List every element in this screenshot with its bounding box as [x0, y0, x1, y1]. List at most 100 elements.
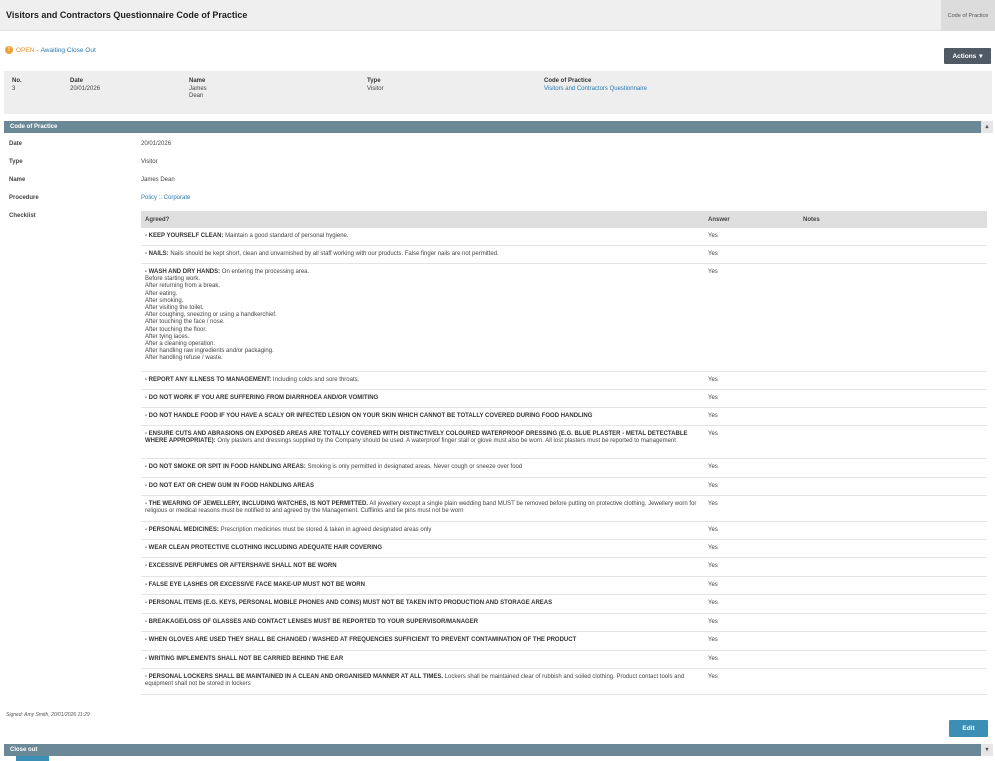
checklist-answer: Yes	[708, 269, 718, 275]
field-label-procedure: Procedure	[9, 195, 39, 201]
checklist-answer: Yes	[708, 233, 718, 239]
checklist-question: - DO NOT SMOKE OR SPIT IN FOOD HANDLING …	[145, 464, 705, 471]
header-agreed: Agreed?	[145, 217, 170, 223]
checklist-question: - PERSONAL LOCKERS SHALL BE MAINTAINED I…	[145, 674, 705, 688]
table-row: - DO NOT EAT OR CHEW GUM IN FOOD HANDLIN…	[141, 478, 987, 496]
question-heading: - THE WEARING OF JEWELLERY, INCLUDING WA…	[145, 501, 369, 507]
question-text: Smoking is only permitted in designated …	[305, 464, 523, 470]
field-value-date: 20/01/2026	[141, 141, 172, 147]
status-state: OPEN	[16, 46, 35, 54]
summary-cop: Code of Practice Visitors and Contractor…	[544, 78, 647, 94]
checklist-answer: Yes	[708, 656, 718, 662]
question-heading: - EXCESSIVE PERFUMES OR AFTERSHAVE SHALL…	[145, 563, 337, 569]
checklist-answer: Yes	[708, 527, 718, 533]
table-row: - PERSONAL LOCKERS SHALL BE MAINTAINED I…	[141, 669, 987, 695]
question-text: Maintain a good standard of personal hyg…	[223, 233, 349, 239]
checklist-answer: Yes	[708, 395, 718, 401]
question-heading: - NAILS:	[145, 251, 169, 257]
question-heading: - DO NOT WORK IF YOU ARE SUFFERING FROM …	[145, 395, 379, 401]
edit-button[interactable]: Edit	[949, 720, 988, 737]
page-title: Visitors and Contractors Questionnaire C…	[6, 10, 248, 20]
field-label-type: Type	[9, 159, 23, 165]
question-line: After returning from a break.	[145, 283, 221, 290]
question-text: On entering the processing area.	[220, 269, 310, 275]
checklist-question: - ENSURE CUTS AND ABRASIONS ON EXPOSED A…	[145, 431, 705, 445]
chevron-up-icon[interactable]: ▴	[981, 121, 993, 133]
summary-date: Date 20/01/2026	[70, 78, 101, 92]
table-row: - BREAKAGE/LOSS OF GLASSES AND CONTACT L…	[141, 614, 987, 632]
checklist-question: - THE WEARING OF JEWELLERY, INCLUDING WA…	[145, 501, 705, 515]
question-heading: - DO NOT HANDLE FOOD IF YOU HAVE A SCALY…	[145, 413, 593, 419]
bottom-tab[interactable]	[16, 756, 49, 761]
header-answer: Answer	[708, 217, 730, 223]
checklist-answer: Yes	[708, 483, 718, 489]
question-line: After touching the face / nose.	[145, 319, 225, 326]
question-heading: - REPORT ANY ILLNESS TO MANAGEMENT:	[145, 377, 272, 383]
checklist-question: - FALSE EYE LASHES OR EXCESSIVE FACE MAK…	[145, 582, 705, 589]
checklist-question: - NAILS: Nails should be kept short, cle…	[145, 251, 705, 258]
checklist-question: - REPORT ANY ILLNESS TO MANAGEMENT: Incl…	[145, 377, 705, 384]
question-line: After visiting the toilet.	[145, 305, 204, 312]
field-value-name: James Dean	[141, 177, 175, 183]
checklist-answer: Yes	[708, 413, 718, 419]
table-row: - WRITING IMPLEMENTS SHALL NOT BE CARRIE…	[141, 651, 987, 669]
question-line: After a cleaning operation.	[145, 341, 216, 348]
table-row: - REPORT ANY ILLNESS TO MANAGEMENT: Incl…	[141, 372, 987, 390]
field-label-name: Name	[9, 177, 26, 183]
field-value-type: Visitor	[141, 159, 158, 165]
checklist-answer: Yes	[708, 637, 718, 643]
checklist-question: - PERSONAL ITEMS (E.G. KEYS, PERSONAL MO…	[145, 600, 705, 607]
checklist-rows: - KEEP YOURSELF CLEAN: Maintain a good s…	[141, 228, 987, 695]
question-line: After coughing, sneezing or using a hand…	[145, 312, 277, 319]
table-row: - PERSONAL ITEMS (E.G. KEYS, PERSONAL MO…	[141, 595, 987, 614]
checklist-table: Agreed? Answer Notes - KEEP YOURSELF CLE…	[141, 211, 987, 695]
status-indicator: ! OPEN - Awaiting Close Out	[5, 46, 96, 54]
checklist-answer: Yes	[708, 600, 718, 606]
checklist-question: - WEAR CLEAN PROTECTIVE CLOTHING INCLUDI…	[145, 545, 705, 552]
question-heading: - WEAR CLEAN PROTECTIVE CLOTHING INCLUDI…	[145, 545, 382, 551]
section-header-code-of-practice[interactable]: Code of Practice ▴	[4, 121, 993, 133]
question-heading: - DO NOT SMOKE OR SPIT IN FOOD HANDLING …	[145, 464, 306, 470]
table-row: - DO NOT WORK IF YOU ARE SUFFERING FROM …	[141, 390, 987, 408]
table-row: - ENSURE CUTS AND ABRASIONS ON EXPOSED A…	[141, 426, 987, 459]
info-icon: !	[5, 46, 13, 54]
checklist-question: - WRITING IMPLEMENTS SHALL NOT BE CARRIE…	[145, 656, 705, 663]
table-row: - DO NOT SMOKE OR SPIT IN FOOD HANDLING …	[141, 459, 987, 478]
section-header-close-out[interactable]: Close out ▾	[4, 744, 993, 756]
table-row: - KEEP YOURSELF CLEAN: Maintain a good s…	[141, 228, 987, 246]
summary-name: Name James Dean	[189, 78, 207, 99]
checklist-header: Agreed? Answer Notes	[141, 211, 987, 228]
checklist-question: - EXCESSIVE PERFUMES OR AFTERSHAVE SHALL…	[145, 563, 705, 570]
question-line: After touching the floor.	[145, 326, 207, 333]
question-heading: - BREAKAGE/LOSS OF GLASSES AND CONTACT L…	[145, 619, 479, 625]
table-row: - FALSE EYE LASHES OR EXCESSIVE FACE MAK…	[141, 577, 987, 595]
actions-label: Actions	[952, 52, 977, 60]
cop-link[interactable]: Visitors and Contractors Questionnaire	[544, 86, 647, 94]
signed-note: Signed: Amy Smith, 20/01/2026 11:29	[6, 712, 90, 718]
procedure-link[interactable]: Policy :: Corporate	[141, 195, 190, 201]
table-row: - EXCESSIVE PERFUMES OR AFTERSHAVE SHALL…	[141, 558, 987, 577]
checklist-answer: Yes	[708, 377, 718, 383]
summary-panel: No. 3 Date 20/01/2026 Name James Dean Ty…	[4, 71, 992, 114]
checklist-question: - KEEP YOURSELF CLEAN: Maintain a good s…	[145, 233, 705, 240]
field-label-checklist: Checklist	[9, 213, 36, 219]
question-line: Before starting work.	[145, 276, 201, 283]
question-heading: - FALSE EYE LASHES OR EXCESSIVE FACE MAK…	[145, 582, 365, 588]
chevron-down-icon[interactable]: ▾	[981, 744, 993, 756]
actions-button[interactable]: Actions ▾	[944, 48, 991, 64]
table-row: - NAILS: Nails should be kept short, cle…	[141, 246, 987, 264]
question-heading: - PERSONAL ITEMS (E.G. KEYS, PERSONAL MO…	[145, 600, 553, 606]
checklist-answer: Yes	[708, 545, 718, 551]
question-heading: - WRITING IMPLEMENTS SHALL NOT BE CARRIE…	[145, 656, 344, 662]
checklist-answer: Yes	[708, 582, 718, 588]
question-line: After handling refuse / waste.	[145, 355, 223, 362]
checklist-answer: Yes	[708, 619, 718, 625]
checklist-answer: Yes	[708, 563, 718, 569]
section-title-close-out: Close out	[10, 747, 38, 753]
tab-code-of-practice[interactable]: Code of Practice	[941, 0, 995, 31]
checklist-question: - DO NOT WORK IF YOU ARE SUFFERING FROM …	[145, 395, 705, 402]
question-text: Prescription medicines must be stored & …	[218, 527, 432, 533]
summary-no: No. 3	[12, 78, 22, 92]
checklist-answer: Yes	[708, 251, 718, 257]
checklist-question: - DO NOT EAT OR CHEW GUM IN FOOD HANDLIN…	[145, 483, 705, 490]
